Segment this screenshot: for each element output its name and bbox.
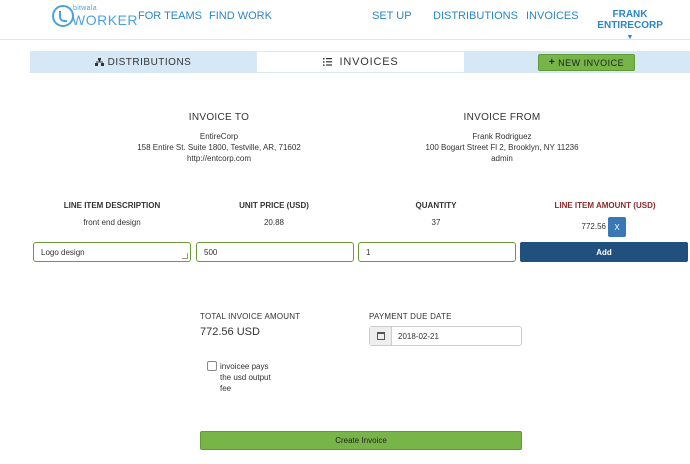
- logo-icon: [52, 5, 74, 27]
- invoice-from-role: admin: [491, 154, 513, 163]
- calendar-button[interactable]: [370, 327, 392, 345]
- user-menu[interactable]: FRANK ENTIRECORP ▼: [594, 9, 666, 43]
- plus-icon: +: [548, 57, 556, 68]
- description-input[interactable]: Logo design: [33, 242, 191, 262]
- resize-handle-icon[interactable]: [182, 253, 188, 259]
- nav-find-work[interactable]: FIND WORK: [209, 10, 272, 22]
- payment-due-date-field[interactable]: 2018-02-21: [369, 326, 522, 346]
- invoice-from-heading: INVOICE FROM: [463, 112, 541, 123]
- invoice-from-address: 100 Bogart Street Fl 2, Brooklyn, NY 112…: [425, 143, 579, 152]
- fee-checkbox-label: invoicee pays the usd output fee: [220, 362, 271, 393]
- tab-distributions[interactable]: DISTRIBUTIONS: [30, 51, 256, 73]
- row-amount: 772.56: [581, 222, 606, 231]
- bitwala-worker-logo[interactable]: bitwala WORKER: [52, 4, 138, 30]
- logo-text-top: bitwala: [73, 5, 97, 12]
- tab-invoices-label: INVOICES: [339, 56, 399, 68]
- create-invoice-button[interactable]: Create Invoice: [200, 431, 522, 450]
- invoice-to-name: EntireCorp: [199, 132, 239, 141]
- logo-text-bottom: WORKER: [72, 12, 138, 28]
- user-name: FRANK: [612, 9, 648, 20]
- row-description: front end design: [83, 218, 141, 227]
- col-header-amount: LINE ITEM AMOUNT (USD): [554, 201, 656, 210]
- list-icon: [322, 58, 332, 66]
- nav-for-teams[interactable]: FOR TEAMS: [138, 10, 202, 22]
- new-invoice-button[interactable]: + NEW INVOICE: [538, 54, 635, 71]
- col-header-description: LINE ITEM DESCRIPTION: [63, 201, 161, 210]
- chevron-down-icon: ▼: [626, 34, 634, 41]
- invoice-to-block: INVOICE TO EntireCorp 158 Entire St. Sui…: [119, 112, 319, 164]
- tab-distributions-label: DISTRIBUTIONS: [107, 56, 192, 68]
- row-quantity: 37: [431, 218, 441, 227]
- payment-due-label: PAYMENT DUE DATE: [369, 312, 452, 321]
- nav-set-up[interactable]: SET UP: [372, 10, 412, 22]
- col-header-quantity: QUANTITY: [415, 201, 457, 210]
- fee-checkbox[interactable]: [207, 361, 217, 371]
- user-company: ENTIRECORP: [597, 20, 663, 31]
- total-amount-label: TOTAL INVOICE AMOUNT: [200, 312, 301, 321]
- invoice-to-heading: INVOICE TO: [188, 112, 250, 123]
- col-header-unit-price: UNIT PRICE (USD): [239, 201, 309, 210]
- row-unit-price: 20.88: [263, 218, 285, 227]
- invoice-from-block: INVOICE FROM Frank Rodriguez 100 Bogart …: [402, 112, 602, 164]
- total-amount-value: 772.56 USD: [200, 326, 260, 338]
- nav-distributions[interactable]: DISTRIBUTIONS: [433, 10, 518, 22]
- top-navbar: bitwala WORKER FOR TEAMS FIND WORK SET U…: [0, 0, 690, 43]
- unit-price-value: 500: [204, 247, 218, 257]
- invoice-tabbar: DISTRIBUTIONS INVOICES + NEW INVOICE: [30, 51, 690, 73]
- nav-invoices[interactable]: INVOICES: [526, 10, 579, 22]
- payment-due-date-input[interactable]: 2018-02-21: [392, 327, 521, 345]
- unit-price-input[interactable]: 500: [196, 242, 354, 262]
- quantity-input[interactable]: 1: [358, 242, 516, 262]
- invoice-from-name: Frank Rodriguez: [472, 132, 532, 141]
- remove-line-item-button[interactable]: X: [608, 217, 626, 237]
- tab-invoices[interactable]: INVOICES: [256, 51, 465, 73]
- add-line-item-button[interactable]: Add: [520, 242, 688, 262]
- calendar-icon: [376, 332, 385, 340]
- new-invoice-label: NEW INVOICE: [558, 57, 625, 68]
- invoice-to-url: http://entcorp.com: [186, 154, 252, 163]
- hierarchy-icon: [94, 58, 104, 66]
- quantity-value: 1: [366, 247, 371, 257]
- description-value: Logo design: [41, 247, 85, 257]
- invoice-to-address: 158 Entire St. Suite 1800, Testville, AR…: [137, 143, 301, 152]
